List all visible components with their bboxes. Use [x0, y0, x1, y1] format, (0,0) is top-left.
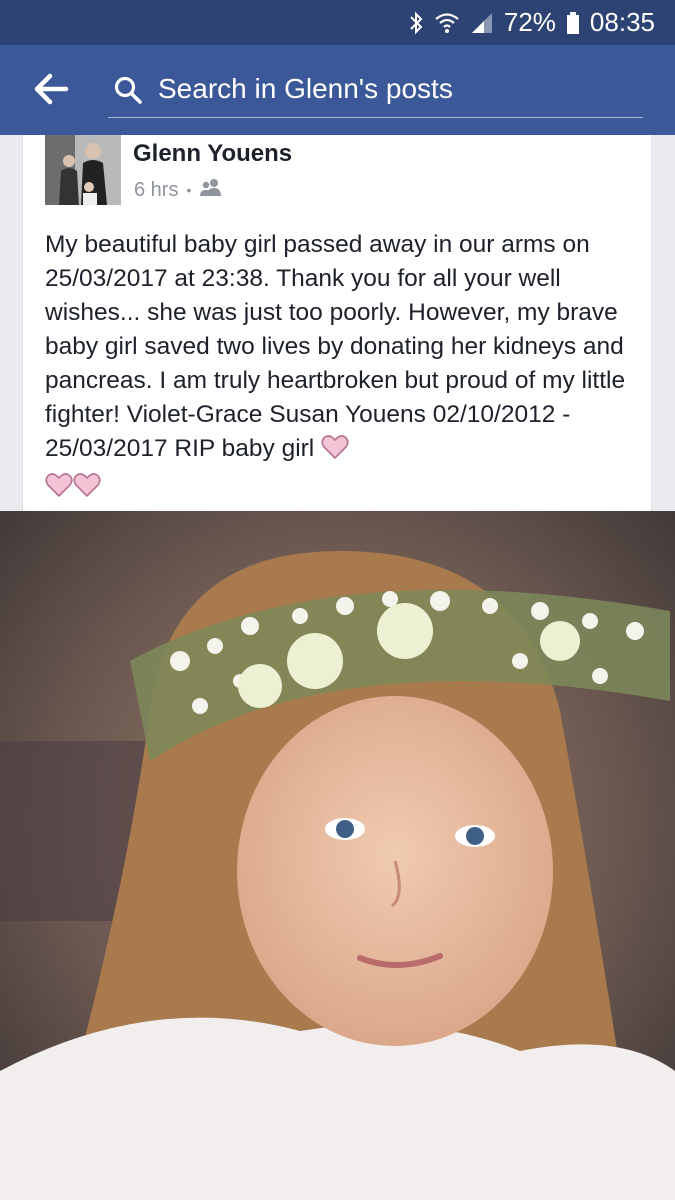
- post-author[interactable]: Glenn Youens: [133, 140, 292, 168]
- pink-heart-icon: [45, 472, 73, 508]
- status-bar: 72% 08:35: [0, 0, 675, 45]
- post-meta: 6 hrs •: [134, 177, 223, 203]
- avatar[interactable]: [45, 135, 121, 205]
- post-photo[interactable]: [0, 511, 675, 1200]
- search-input[interactable]: Search in Glenn's posts: [108, 65, 643, 118]
- bluetooth-icon: [408, 11, 424, 35]
- arrow-left-icon: [34, 73, 69, 105]
- back-button[interactable]: [30, 67, 74, 111]
- battery-percent: 72%: [503, 7, 556, 37]
- signal-icon: [470, 11, 494, 35]
- post-text: My beautiful baby girl passed away in ou…: [45, 228, 645, 508]
- photo-illustration: [0, 511, 675, 1200]
- clock: 08:35: [589, 7, 655, 37]
- post-time[interactable]: 6 hrs: [134, 179, 178, 202]
- top-app-bar: Search in Glenn's posts: [0, 45, 675, 135]
- meta-separator: •: [186, 182, 192, 198]
- friends-icon[interactable]: [199, 177, 223, 203]
- avatar-photo: [45, 135, 121, 205]
- battery-icon: [566, 11, 580, 35]
- pink-heart-icon: [321, 434, 349, 470]
- post-card: Glenn Youens 6 hrs • My beautiful baby g…: [22, 135, 652, 511]
- post-body: My beautiful baby girl passed away in ou…: [45, 231, 626, 462]
- wifi-icon: [434, 11, 460, 35]
- pink-heart-icon: [73, 472, 101, 508]
- search-icon: [114, 76, 142, 104]
- search-placeholder: Search in Glenn's posts: [158, 73, 453, 104]
